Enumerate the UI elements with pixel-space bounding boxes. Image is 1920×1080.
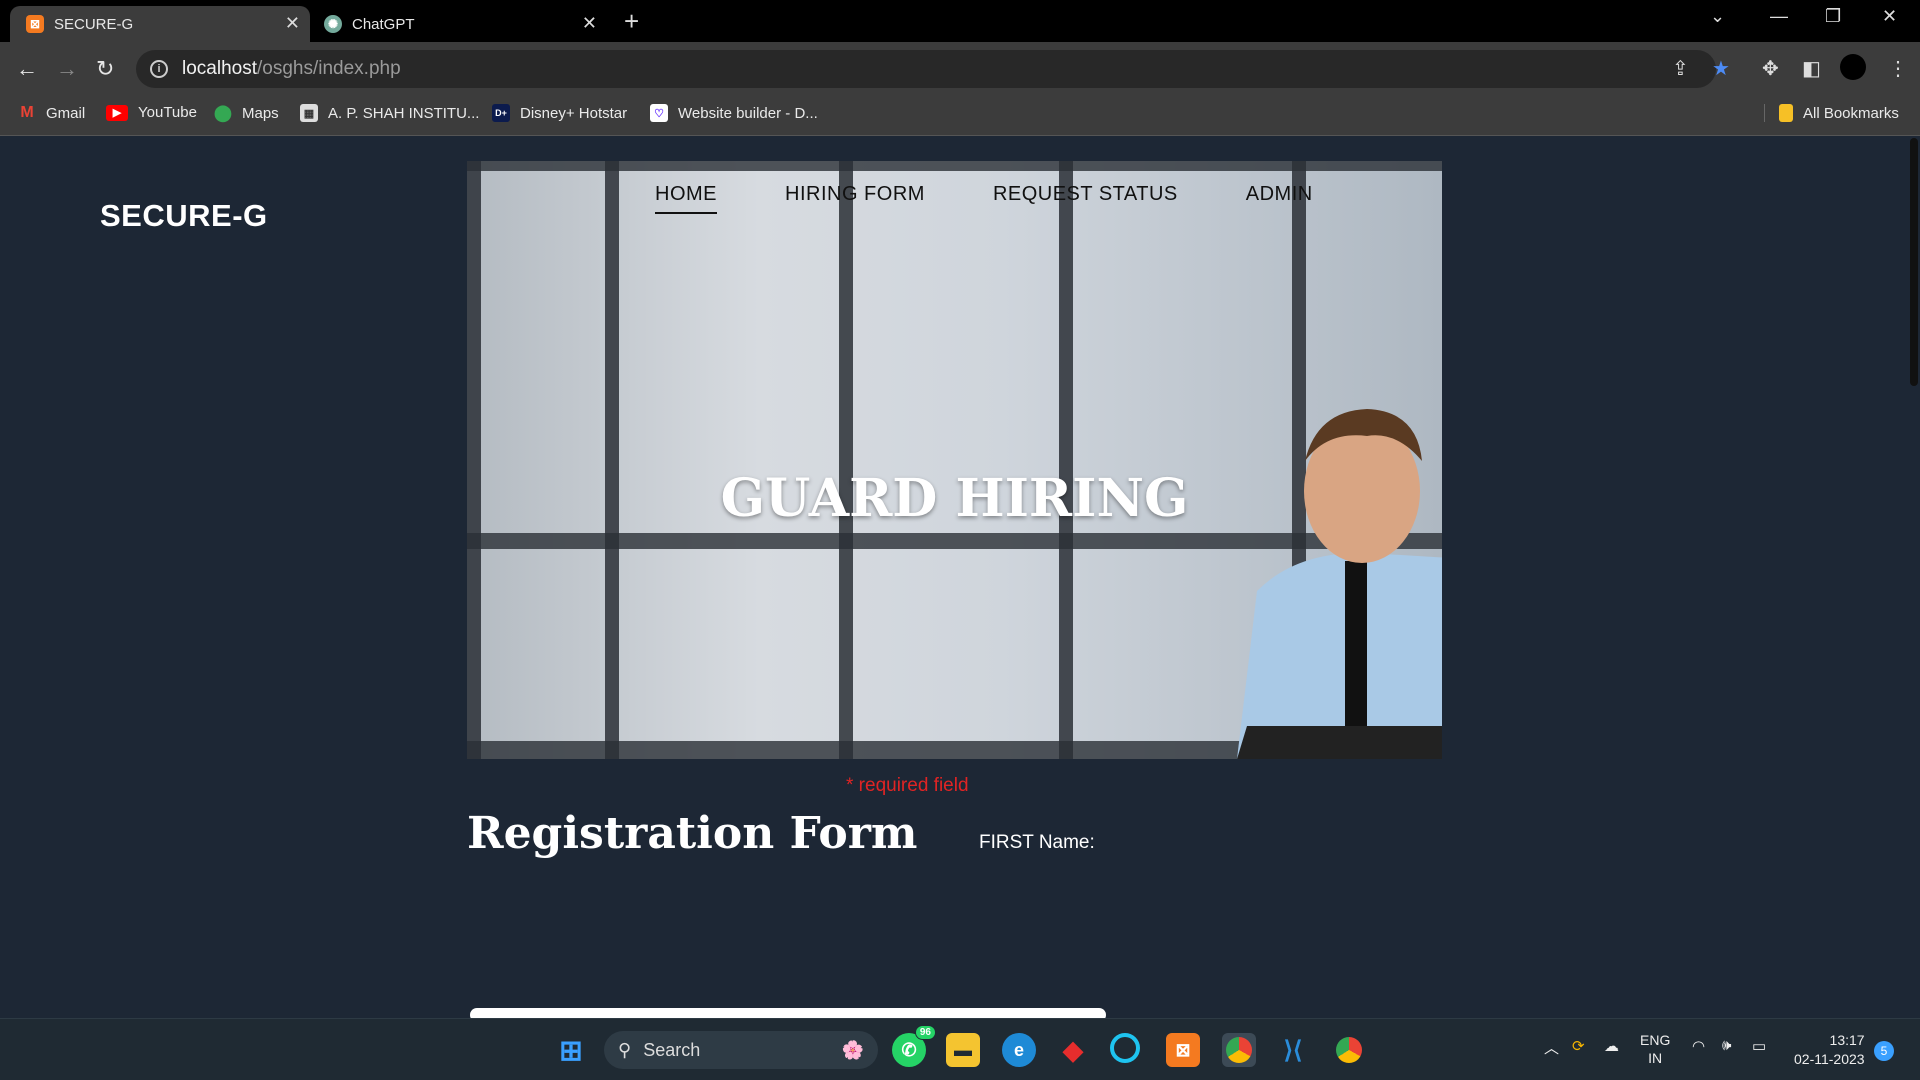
bookmark-label: A. P. SHAH INSTITU...	[328, 104, 480, 122]
search-label: Search	[643, 1039, 701, 1060]
language-code: ENG	[1640, 1032, 1671, 1048]
bookmark-label: Gmail	[46, 104, 86, 122]
whatsapp-icon[interactable]: ✆ 96	[892, 1025, 936, 1067]
bookmark-label: All Bookmarks	[1803, 104, 1899, 122]
hero-title: GUARD HIRING	[720, 468, 1189, 529]
bookmark-website-builder[interactable]: ♡ Website builder - D...	[650, 104, 818, 122]
first-name-label: FIRST Name:	[979, 832, 1095, 853]
tab-secure-g[interactable]: ⊠ SECURE-G ✕	[10, 6, 310, 42]
bookmark-maps[interactable]: ⬤ Maps	[214, 104, 279, 123]
anydesk-icon[interactable]: ◆	[1056, 1033, 1090, 1067]
bookmark-label: Website builder - D...	[678, 104, 818, 122]
tab-search-icon[interactable]: ⌄	[1710, 6, 1725, 27]
close-window-icon[interactable]: ✕	[1882, 6, 1897, 27]
language-indicator[interactable]: ENG IN	[1640, 1031, 1670, 1067]
clock-date: 02-11-2023	[1794, 1051, 1865, 1067]
chrome-icon[interactable]	[1222, 1033, 1256, 1067]
chatgpt-favicon-icon: ✺	[324, 15, 342, 33]
battery-icon[interactable]: ▭	[1752, 1037, 1766, 1055]
folder-icon	[1779, 104, 1793, 122]
site-brand[interactable]: SECURE-G	[100, 198, 268, 234]
tray-overflow-icon[interactable]: ︿	[1544, 1037, 1559, 1058]
site-info-icon[interactable]: i	[150, 60, 168, 78]
all-bookmarks-button[interactable]: All Bookmarks	[1764, 104, 1899, 122]
nav-request-status[interactable]: REQUEST STATUS	[993, 183, 1178, 214]
search-highlight-icon: 🌸	[841, 1039, 864, 1060]
gmail-icon: M	[20, 104, 34, 121]
bookmark-label: Disney+ Hotstar	[520, 104, 628, 122]
vscode-icon[interactable]: ⟩⟨	[1276, 1033, 1310, 1067]
bookmark-youtube[interactable]: ▶ YouTube	[106, 104, 197, 121]
share-icon[interactable]: ⇪	[1672, 56, 1689, 81]
security-guards-illustration	[1237, 409, 1442, 759]
chrome-profile-icon[interactable]	[1332, 1033, 1366, 1067]
bookmarks-bar: M Gmail ▶ YouTube ⬤ Maps ▦ A. P. SHAH IN…	[0, 96, 1920, 136]
close-tab-icon[interactable]: ✕	[582, 13, 597, 34]
edge-icon[interactable]: e	[1002, 1033, 1036, 1067]
maps-pin-icon: ⬤	[214, 105, 232, 122]
tab-chatgpt[interactable]: ✺ ChatGPT ✕	[312, 6, 607, 42]
browser-toolbar: ← → ↻ i localhost/osghs/index.php ⇪ ★ ✥ …	[0, 42, 1920, 96]
notification-badge[interactable]: 5	[1874, 1041, 1894, 1061]
minimize-icon[interactable]: —	[1770, 6, 1788, 27]
sync-icon[interactable]: ⟳	[1572, 1037, 1585, 1055]
nav-home[interactable]: HOME	[655, 183, 717, 214]
tab-title: SECURE-G	[54, 15, 134, 33]
nav-hiring-form[interactable]: HIRING FORM	[785, 183, 925, 214]
address-bar[interactable]: i localhost/osghs/index.php	[136, 50, 1716, 88]
registration-form-title: Registration Form	[467, 808, 918, 859]
xampp-icon[interactable]: ⊠	[1166, 1033, 1200, 1067]
menu-kebab-icon[interactable]: ⋮	[1888, 56, 1908, 81]
windows-taskbar: ⊞ ⚲ Search 🌸 ✆ 96 ▬ e ◆ ⊠ ⟩⟨ ︿ ⟳ ☁ ENG I…	[0, 1018, 1920, 1080]
url-path: /osghs/index.php	[257, 58, 401, 79]
onedrive-icon[interactable]: ☁	[1604, 1037, 1619, 1055]
side-panel-icon[interactable]: ◧	[1802, 56, 1821, 81]
nav-admin[interactable]: ADMIN	[1246, 183, 1313, 214]
youtube-icon: ▶	[106, 104, 128, 121]
tab-title: ChatGPT	[352, 15, 415, 33]
bookmark-gmail[interactable]: M Gmail	[18, 104, 85, 122]
new-tab-icon[interactable]: +	[624, 6, 639, 36]
taskbar-search[interactable]: ⚲ Search 🌸	[604, 1031, 878, 1069]
main-navigation: HOME HIRING FORM REQUEST STATUS ADMIN	[655, 183, 1313, 214]
forward-icon[interactable]: →	[56, 56, 78, 82]
bookmark-apshah[interactable]: ▦ A. P. SHAH INSTITU...	[300, 104, 479, 122]
close-tab-icon[interactable]: ✕	[285, 13, 300, 34]
hero-banner: HOME HIRING FORM REQUEST STATUS ADMIN GU…	[467, 161, 1442, 759]
search-icon: ⚲	[618, 1039, 632, 1060]
extensions-icon[interactable]: ✥	[1762, 56, 1779, 81]
wifi-icon[interactable]: ◠	[1692, 1037, 1705, 1055]
windows-start-icon[interactable]: ⊞	[554, 1033, 588, 1067]
clock-time: 13:17	[1829, 1032, 1865, 1048]
restore-icon[interactable]: ❐	[1825, 6, 1841, 27]
website-builder-icon: ♡	[650, 104, 668, 122]
bookmark-hotstar[interactable]: D+ Disney+ Hotstar	[492, 104, 627, 122]
bookmark-label: Maps	[242, 104, 279, 122]
profile-avatar[interactable]	[1840, 54, 1866, 80]
hotstar-icon: D+	[492, 104, 510, 122]
url-host: localhost	[182, 58, 257, 79]
back-icon[interactable]: ←	[16, 56, 38, 82]
region-code: IN	[1648, 1050, 1663, 1066]
institute-logo-icon: ▦	[300, 104, 318, 122]
file-explorer-icon[interactable]: ▬	[946, 1033, 980, 1067]
bookmark-star-icon[interactable]: ★	[1712, 56, 1730, 81]
clock[interactable]: 13:17 02-11-2023	[1794, 1031, 1865, 1069]
alexa-icon[interactable]	[1110, 1033, 1140, 1063]
volume-icon[interactable]: 🕪	[1722, 1037, 1731, 1054]
reload-icon[interactable]: ↻	[96, 56, 114, 82]
xampp-favicon-icon: ⊠	[26, 15, 44, 33]
whatsapp-badge: 96	[914, 1025, 936, 1040]
scrollbar-thumb[interactable]	[1910, 138, 1918, 386]
page-content: SECURE-G HOME HIRING FORM REQUEST STATUS	[0, 136, 1920, 1022]
browser-tab-strip: ⊠ SECURE-G ✕ ✺ ChatGPT ✕ + ⌄ — ❐ ✕	[0, 0, 1920, 42]
bookmark-label: YouTube	[138, 104, 197, 121]
required-field-note: * required field	[846, 775, 969, 796]
